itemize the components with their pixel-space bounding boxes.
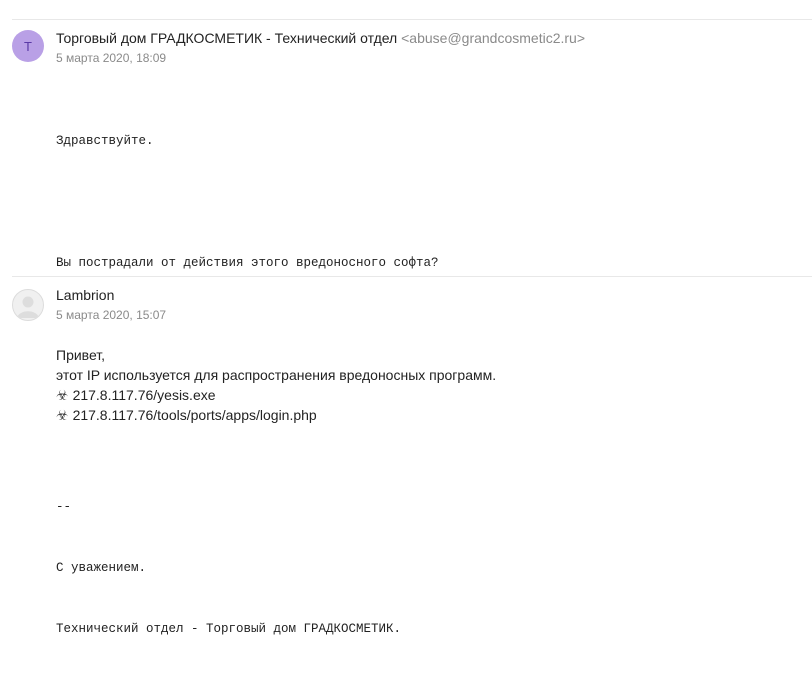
user-placeholder-icon [17, 296, 39, 318]
sender-avatar[interactable] [12, 289, 44, 321]
sender-line: Торговый дом ГРАДКОСМЕТИК - Технический … [56, 30, 585, 46]
message-body: Привет, этот IP используется для распрос… [56, 345, 496, 425]
malware-link-line: ☣ 217.8.117.76/yesis.exe [56, 385, 496, 405]
body-line: Технический отдел - Торговый дом ГРАДКОС… [56, 622, 402, 636]
avatar-letter: T [24, 38, 32, 54]
body-line: этот IP используется для распространения… [56, 367, 497, 383]
malware-link[interactable]: 217.8.117.76/tools/ports/apps/login.php [73, 407, 317, 423]
biohazard-icon: ☣ [56, 407, 69, 423]
body-line: -- [56, 500, 72, 514]
sender-email[interactable]: <abuse@grandcosmetic2.ru> [401, 30, 585, 46]
body-line: Здравствуйте. [56, 134, 154, 148]
message-date: 5 марта 2020, 18:09 [56, 51, 167, 65]
message-date: 5 марта 2020, 15:07 [56, 308, 167, 322]
sender-name[interactable]: Торговый дом ГРАДКОСМЕТИК - Технический … [56, 30, 397, 46]
top-divider [12, 19, 812, 20]
body-line [56, 192, 439, 212]
body-line [56, 436, 439, 456]
malware-link-line: ☣ 217.8.117.76/tools/ports/apps/login.php [56, 405, 496, 425]
body-line: Привет, [56, 347, 106, 363]
message-divider [12, 276, 812, 277]
body-line: Вы пострадали от действия этого вредонос… [56, 256, 439, 270]
malware-link[interactable]: 217.8.117.76/yesis.exe [73, 387, 216, 403]
biohazard-icon: ☣ [56, 387, 69, 403]
sender-avatar[interactable]: T [12, 30, 44, 62]
sender-name[interactable]: Lambrion [56, 287, 114, 303]
body-line: С уважением. [56, 561, 147, 575]
